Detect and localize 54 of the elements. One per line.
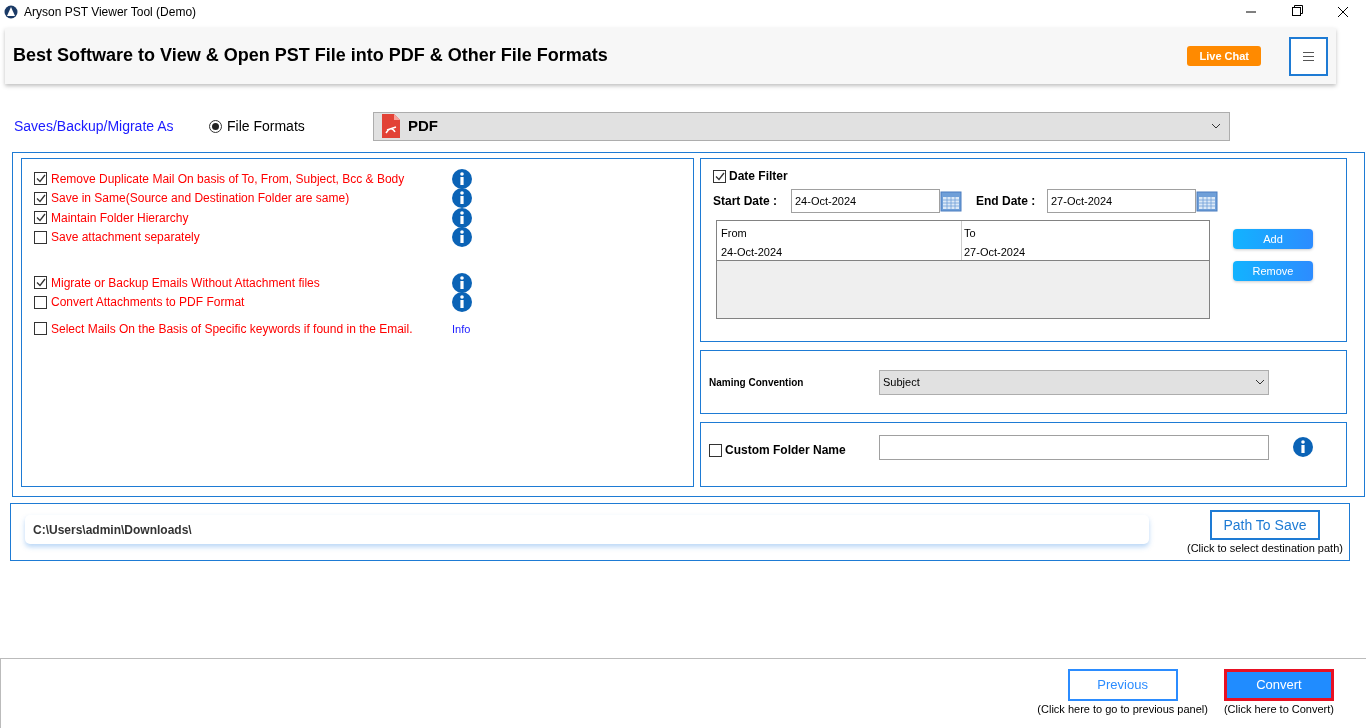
button-hint: (Click here to Convert) (1223, 702, 1334, 717)
calendar-icon[interactable] (1196, 190, 1218, 212)
naming-convention-dropdown[interactable]: Subject (879, 369, 1269, 395)
custom-folder-field[interactable] (879, 435, 1269, 460)
date-filter-checkbox[interactable] (713, 169, 726, 183)
save-as-label: Saves/Backup/Migrate As (14, 116, 175, 136)
option-label: Maintain Folder Hierarchy (51, 209, 190, 227)
destination-path-field[interactable]: C:\Users\admin\Downloads\ (25, 515, 1149, 544)
path-hint: (Click to select destination path) (1187, 541, 1343, 556)
menu-button[interactable] (1289, 36, 1328, 76)
info-icon[interactable] (452, 272, 472, 293)
date-filter-label: Date Filter (729, 168, 788, 185)
table-cell: 24-Oct-2024 (717, 245, 962, 260)
info-icon[interactable] (452, 207, 472, 228)
option-label: Select Mails On the Basis of Specific keywords if found in the Email. (51, 320, 414, 338)
calendar-icon[interactable] (940, 190, 962, 212)
button-hint: (Click here to go to previous panel) (1037, 702, 1208, 717)
checkbox[interactable] (34, 276, 47, 290)
info-icon[interactable] (452, 188, 472, 209)
checkbox[interactable] (34, 172, 47, 186)
app-logo-icon (4, 5, 18, 19)
path-to-save-button[interactable]: Path To Save (1209, 510, 1320, 540)
checkbox[interactable] (34, 230, 47, 244)
info-icon[interactable] (452, 292, 472, 313)
pdf-file-icon (382, 114, 400, 138)
table-cell-text: 27-Oct-2024 (963, 245, 1027, 260)
end-date-field[interactable]: 27-Oct-2024 (1047, 189, 1196, 213)
option-label: Migrate or Backup Emails Without Attachment files (51, 274, 321, 292)
checkbox[interactable] (34, 322, 47, 336)
app-heading: Best Software to View & Open PST File into PDF & Other File Formats (13, 45, 608, 67)
checkbox[interactable] (34, 295, 47, 309)
option-label: Save in Same(Source and Destination Folder are same) (51, 190, 351, 208)
format-dropdown[interactable]: PDF (373, 111, 1230, 141)
checkbox[interactable] (34, 191, 47, 205)
checkbox[interactable] (34, 211, 47, 225)
custom-folder-label: Custom Folder Name (725, 442, 846, 459)
start-date-label: Start Date : (713, 193, 778, 210)
column-header: To (963, 225, 977, 241)
custom-folder-checkbox[interactable] (709, 443, 722, 457)
caret-icon (1255, 379, 1265, 385)
info-link[interactable]: Info (452, 320, 471, 337)
info-icon[interactable] (452, 227, 472, 248)
file-formats-radio[interactable]: File Formats (209, 115, 373, 137)
option-label: Convert Attachments to PDF Format (51, 294, 246, 312)
naming-convention-label: Naming Convention (709, 375, 805, 390)
menu-icon (1303, 51, 1314, 61)
end-date-label: End Date : (976, 193, 1037, 210)
info-icon[interactable] (452, 168, 472, 189)
info-icon[interactable] (1293, 437, 1313, 457)
caret-icon (1211, 123, 1221, 129)
start-date-field[interactable]: 24-Oct-2024 (791, 189, 940, 213)
window-title: Aryson PST Viewer Tool (Demo) (24, 4, 197, 21)
option-label: Remove Duplicate Mail On basis of To, From, Subject, Bcc & Body (51, 170, 406, 188)
option-label: Save attachment separately (51, 229, 201, 247)
